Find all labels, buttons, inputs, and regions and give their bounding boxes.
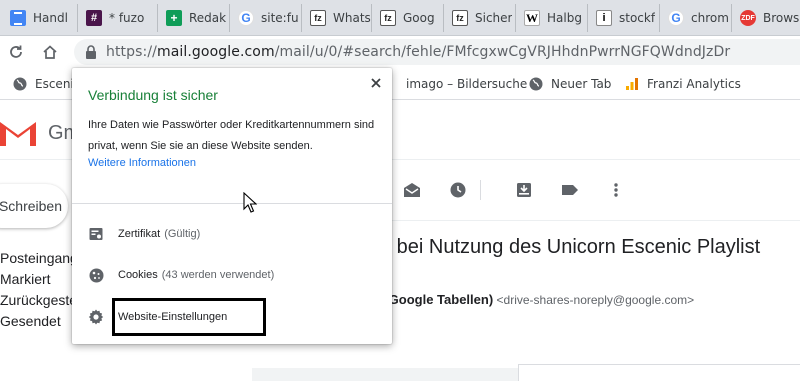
email-subject: g bei Nutzung des Unicorn Escenic Playli… xyxy=(380,236,761,258)
mail-toolbar xyxy=(380,178,650,202)
tab-label: Handl xyxy=(33,11,68,25)
tab-redak[interactable]: + Redak xyxy=(158,4,230,32)
bookmark-franzi-analytics[interactable]: Franzi Analytics xyxy=(624,75,741,93)
bookmark-label: Franzi Analytics xyxy=(647,77,741,91)
cookies-label: Cookies xyxy=(118,269,158,281)
mouse-cursor-icon xyxy=(243,192,257,213)
compose-button[interactable]: Schreiben xyxy=(0,184,68,228)
tab-label: chrom xyxy=(691,11,729,25)
clock-icon xyxy=(450,182,466,198)
home-icon xyxy=(43,45,57,59)
move-to-inbox-icon xyxy=(517,183,531,197)
address-bar[interactable]: https://mail.google.com/mail/u/0/#search… xyxy=(74,39,800,65)
learn-more-link[interactable]: Weitere Informationen xyxy=(88,157,196,169)
mark-unread-button[interactable] xyxy=(400,178,424,202)
globe-icon xyxy=(528,76,544,92)
reload-icon xyxy=(10,45,22,58)
tab-site-search[interactable]: G site:fu xyxy=(230,4,302,32)
tab-chrom[interactable]: G chrom xyxy=(660,4,732,32)
home-button[interactable] xyxy=(38,40,62,64)
highlight-box xyxy=(112,298,266,336)
more-button[interactable] xyxy=(604,178,628,202)
toolbar-divider xyxy=(480,180,481,200)
more-vert-icon xyxy=(614,183,618,197)
popup-divider xyxy=(72,203,392,204)
close-button[interactable] xyxy=(368,75,384,91)
url-path: /mail/u/0/#search/fehle/FMfcgxwCgVRJHhdn… xyxy=(274,44,731,60)
header-divider xyxy=(380,220,800,221)
sender-name: r Google Tabellen) xyxy=(380,292,494,307)
slack-icon: # xyxy=(86,10,102,26)
certificate-status: (Gültig) xyxy=(164,228,201,240)
google-icon: G xyxy=(238,10,254,26)
label-button[interactable] xyxy=(558,178,582,202)
bookmark-imago[interactable]: imago – Bildersuche xyxy=(406,75,527,93)
fz-icon: fz xyxy=(452,10,468,26)
email-sender: r Google Tabellen) <drive-shares-noreply… xyxy=(380,292,694,307)
compose-label: Schreiben xyxy=(0,198,62,214)
tab-label: site:fu xyxy=(261,11,299,25)
envelope-open-icon xyxy=(404,183,420,197)
tab-brows[interactable]: ZDF Brows xyxy=(732,4,800,32)
lock-icon[interactable] xyxy=(84,44,98,60)
label-icon xyxy=(562,185,578,195)
bookmark-label: imago – Bildersuche xyxy=(406,77,528,91)
certificate-row[interactable]: Zertifikat (Gültig) xyxy=(88,223,200,245)
google-sheets-icon: + xyxy=(166,10,182,26)
tab-label: stockf xyxy=(619,11,656,25)
url-scheme: https:// xyxy=(106,44,157,60)
bookmark-label: Neuer Tab xyxy=(551,77,612,91)
attachment-card[interactable] xyxy=(518,364,800,381)
tab-halbg[interactable]: W Halbg xyxy=(516,4,588,32)
tab-label: Redak xyxy=(189,11,227,25)
tab-label: Whats xyxy=(333,11,371,25)
tab-stockf[interactable]: i stockf xyxy=(588,4,660,32)
browser-toolbar: https://mail.google.com/mail/u/0/#search… xyxy=(0,36,800,68)
cookies-count: (43 werden verwendet) xyxy=(161,269,275,281)
fz-icon: fz xyxy=(380,10,396,26)
tab-handl[interactable]: Handl xyxy=(2,4,78,32)
google-icon: G xyxy=(668,10,684,26)
certificate-icon xyxy=(88,226,104,242)
tab-goog[interactable]: fz Goog xyxy=(372,4,444,32)
globe-icon xyxy=(12,76,28,92)
url-host: mail.google.com xyxy=(156,44,275,60)
fz-icon: fz xyxy=(310,10,326,26)
tab-label: Goog xyxy=(403,11,435,25)
tab-strip: Handl # * fuzo + Redak G site:fu fz What… xyxy=(0,0,800,36)
bookmark-neuer-tab[interactable]: Neuer Tab xyxy=(528,75,611,93)
tab-label: Brows xyxy=(763,11,800,25)
close-icon xyxy=(371,78,381,88)
bookmark-escenic[interactable]: Escenic xyxy=(12,75,80,93)
reload-button[interactable] xyxy=(4,40,28,64)
tab-label: Halbg xyxy=(547,11,582,25)
url-text: https://mail.google.com/mail/u/0/#search… xyxy=(106,44,730,60)
gmail-logo-icon xyxy=(0,122,36,146)
cookie-icon xyxy=(88,267,104,283)
move-to-button[interactable] xyxy=(512,178,536,202)
certificate-label: Zertifikat xyxy=(118,228,161,240)
analytics-icon xyxy=(624,76,640,92)
tab-fuzo[interactable]: # * fuzo xyxy=(78,4,158,32)
connection-description: Ihre Daten wie Passwörter oder Kreditkar… xyxy=(88,119,375,152)
tab-label: * fuzo xyxy=(109,11,145,25)
sender-email: <drive-shares-noreply@google.com> xyxy=(496,293,695,307)
tab-label: Sicher xyxy=(475,11,513,25)
istock-icon: i xyxy=(596,10,612,26)
zdf-icon: ZDF xyxy=(740,10,756,26)
cookies-row[interactable]: Cookies (43 werden verwendet) xyxy=(88,264,274,286)
wikipedia-icon: W xyxy=(524,10,540,26)
tab-whats[interactable]: fz Whats xyxy=(302,4,372,32)
gear-icon xyxy=(88,309,104,325)
connection-status-title: Verbindung ist sicher xyxy=(88,87,218,103)
google-docs-icon xyxy=(10,10,26,26)
snooze-button[interactable] xyxy=(446,178,470,202)
tab-sicher[interactable]: fz Sicher xyxy=(444,4,516,32)
